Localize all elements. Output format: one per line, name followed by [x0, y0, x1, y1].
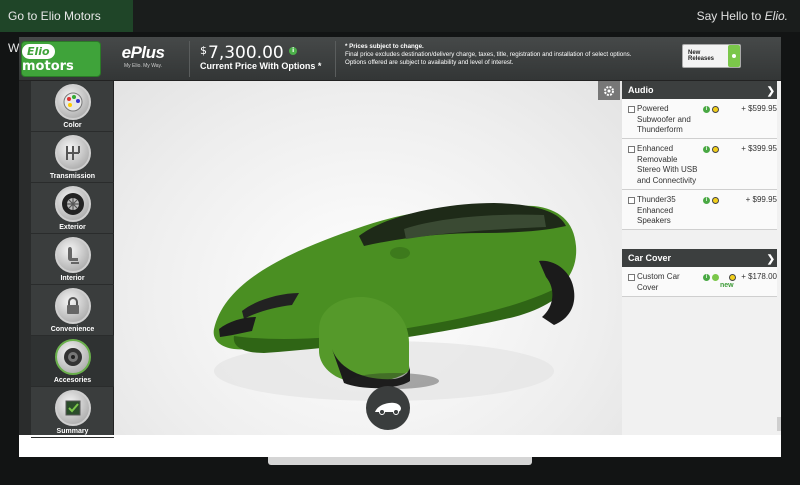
sidebar-stripe: [19, 81, 31, 435]
sidebar-item-color[interactable]: Color: [31, 81, 114, 132]
sidebar-item-convenience[interactable]: Convenience: [31, 285, 114, 336]
option-price: + $599.95: [741, 104, 777, 113]
sidebar-item-label: Summary: [56, 428, 89, 435]
elio-website-link[interactable]: Go to Elio Motors Website: [0, 0, 133, 55]
eplus-logo: ePlus My Elio. My Way.: [115, 43, 171, 77]
sidebar-item-accesories[interactable]: Accesories: [31, 336, 114, 387]
seat-icon: [54, 237, 91, 273]
logo-text: motors: [22, 59, 74, 74]
option-checkbox[interactable]: [628, 274, 635, 281]
price-label: Current Price With Options *: [200, 61, 322, 71]
header-divider: [189, 41, 190, 77]
option-checkbox[interactable]: [628, 106, 635, 113]
info-icon[interactable]: i: [703, 106, 710, 113]
section-gap: [622, 230, 781, 249]
top-bar: Go to Elio Motors Website Say Hello to E…: [0, 0, 800, 55]
price-value: 7,300.00: [208, 43, 284, 63]
price-currency: $: [200, 44, 207, 57]
sidebar-item-interior[interactable]: Interior: [31, 234, 114, 285]
checklist-icon: [54, 390, 91, 426]
say-hello-text: Say Hello to Elio.: [697, 0, 788, 32]
sidebar-item-label: Accesories: [53, 377, 92, 384]
logo-oval-text: Elio: [22, 44, 55, 59]
option-name: Enhanced Removable Stereo With USB and C…: [637, 144, 698, 185]
sidebar-item-summary[interactable]: Summary: [31, 387, 114, 438]
option-checkbox[interactable]: [628, 146, 635, 153]
option-row: Thunder35 Enhanced Speakers i + $99.95: [622, 190, 781, 230]
car-3d-viewer[interactable]: [114, 81, 622, 435]
elio-motors-logo[interactable]: Eliomotors: [21, 41, 101, 77]
option-row: Custom Car Cover i new + $178.00: [622, 267, 781, 297]
option-price: + $178.00: [741, 272, 777, 281]
compatibility-icon[interactable]: [712, 146, 719, 153]
new-releases-toggle[interactable]: [728, 45, 740, 67]
sidebar-item-label: Interior: [60, 275, 85, 282]
disclaimer-line: Final price excludes destination/deliver…: [345, 51, 632, 58]
configurator-header: Eliomotors ePlus My Elio. My Way. $7,300…: [19, 37, 781, 81]
section-car-cover-header[interactable]: Car Cover ❯: [622, 249, 781, 267]
options-panel: Audio ❯ Powered Subwoofer and Thunderfor…: [622, 81, 781, 435]
sidebar-item-exterior[interactable]: Exterior: [31, 183, 114, 234]
sidebar-item-label: Color: [63, 122, 82, 129]
disclaimer-line: Options offered are subject to availabil…: [345, 59, 514, 66]
eplus-tagline: My Elio. My Way.: [123, 63, 163, 69]
hello-prefix: Say Hello to: [696, 9, 765, 23]
new-badge: new: [720, 282, 734, 289]
category-sidebar: Color Transmission Exterior Interior Con: [19, 81, 114, 438]
new-icon: [712, 274, 719, 281]
option-checkbox[interactable]: [628, 197, 635, 204]
option-price: + $99.95: [745, 195, 777, 204]
new-releases-button[interactable]: New Releases: [682, 44, 741, 68]
price-info-icon[interactable]: i: [289, 47, 298, 55]
info-icon[interactable]: i: [703, 146, 710, 153]
compatibility-icon[interactable]: [712, 197, 719, 204]
scrollbar-thumb[interactable]: [777, 417, 781, 431]
option-price: + $399.95: [741, 144, 777, 153]
current-price: $7,300.00 i Current Price With Options *: [200, 43, 321, 71]
new-releases-label: New Releases: [688, 50, 715, 62]
eplus-title: ePlus: [121, 43, 165, 62]
settings-gear-icon[interactable]: [598, 81, 620, 100]
sidebar-item-label: Convenience: [50, 326, 95, 333]
wheel-icon: [54, 186, 91, 222]
panel-scrollbar[interactable]: [777, 81, 781, 435]
option-row: Powered Subwoofer and Thunderform i + $5…: [622, 99, 781, 139]
bottom-drawer-handle[interactable]: [268, 457, 532, 465]
option-name: Thunder35 Enhanced Speakers: [637, 195, 676, 225]
speaker-icon: [54, 339, 91, 375]
gear-shift-icon: [54, 135, 91, 171]
palette-icon: [54, 84, 91, 120]
hello-name: Elio.: [764, 9, 788, 23]
elio-car-render: [213, 203, 577, 401]
compatibility-icon[interactable]: [729, 274, 736, 281]
option-row: Enhanced Removable Stereo With USB and C…: [622, 139, 781, 190]
header-divider: [335, 41, 336, 77]
price-disclaimer: * Prices subject to change. Final price …: [345, 43, 645, 67]
disclaimer-title: * Prices subject to change.: [345, 43, 424, 50]
sidebar-item-label: Transmission: [49, 173, 96, 180]
info-icon[interactable]: i: [703, 197, 710, 204]
option-name: Custom Car Cover: [637, 272, 680, 292]
lock-icon: [54, 288, 91, 324]
section-title: Car Cover: [628, 253, 672, 263]
camera-view-car-icon[interactable]: [366, 386, 410, 430]
info-icon[interactable]: i: [703, 274, 710, 281]
compatibility-icon[interactable]: [712, 106, 719, 113]
section-title: Audio: [628, 85, 654, 95]
configurator-window: Eliomotors ePlus My Elio. My Way. $7,300…: [19, 37, 781, 457]
option-name: Powered Subwoofer and Thunderform: [637, 104, 691, 134]
sidebar-item-label: Exterior: [59, 224, 86, 231]
section-audio-header[interactable]: Audio ❯: [622, 81, 781, 99]
sidebar-item-transmission[interactable]: Transmission: [31, 132, 114, 183]
